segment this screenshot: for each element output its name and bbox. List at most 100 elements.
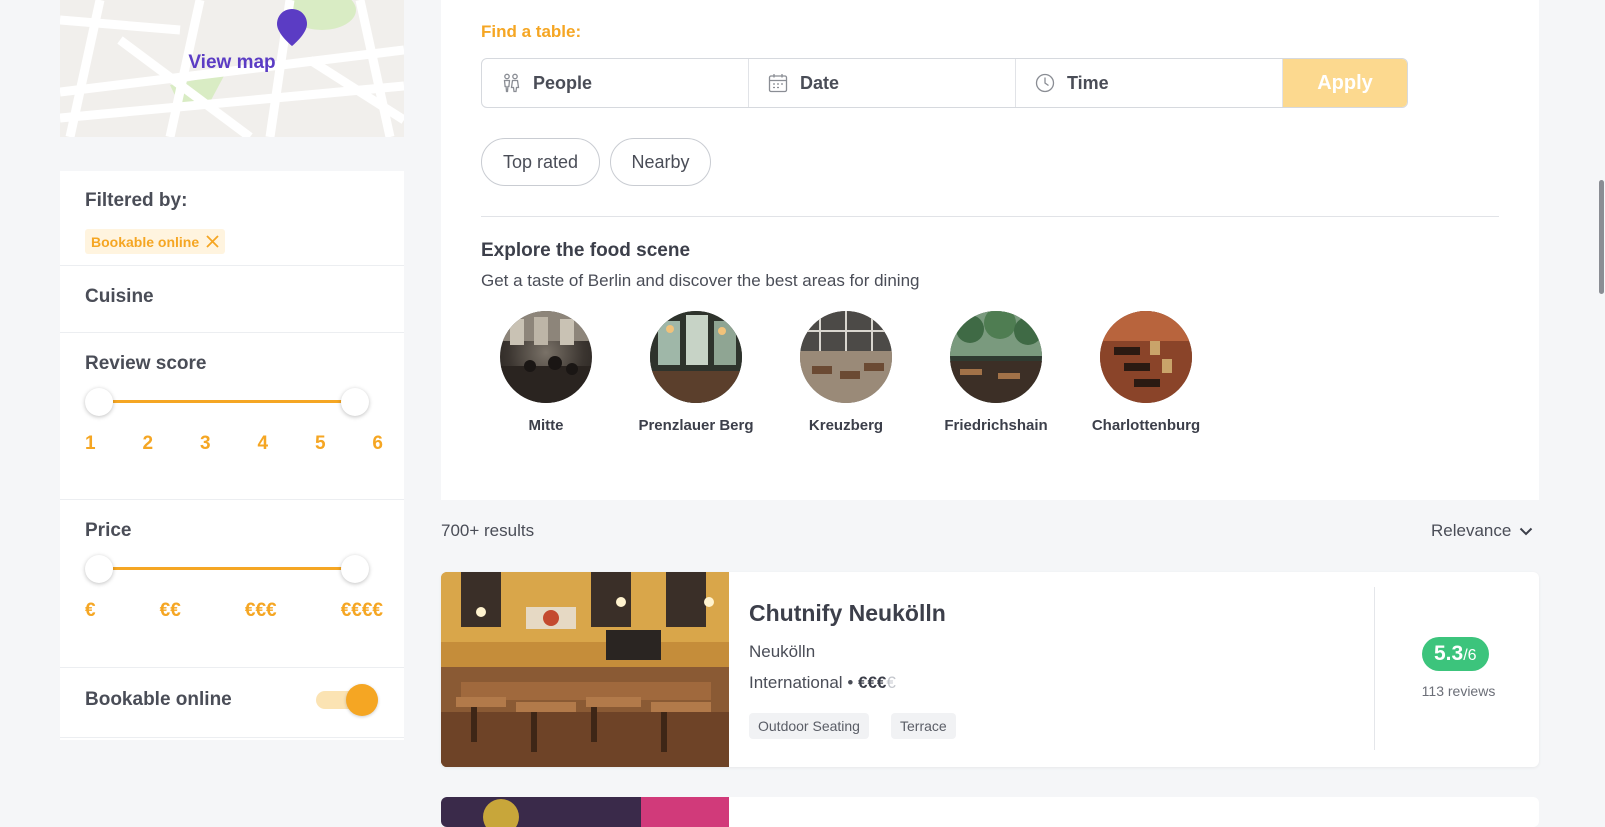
area-name: Mitte [528, 417, 564, 434]
area-photo-art [650, 311, 742, 403]
scrollbar-thumb[interactable] [1599, 180, 1604, 294]
nearby-filter-button[interactable]: Nearby [610, 138, 711, 186]
area-photo [500, 311, 592, 403]
review-score-tick: 5 [314, 433, 326, 454]
people-placeholder: People [533, 72, 593, 93]
calendar-icon [768, 74, 788, 93]
separator-dot: • [847, 673, 858, 692]
review-score-max-handle[interactable] [341, 388, 369, 416]
people-icon [503, 73, 520, 93]
restaurant-cuisine: International [749, 673, 843, 692]
top-rated-filter-button[interactable]: Top rated [481, 138, 600, 186]
area-name: Kreuzberg [808, 417, 884, 434]
restaurant-photo [441, 797, 729, 827]
review-score-tick: 4 [257, 433, 269, 454]
price-label: Price [85, 520, 132, 541]
explore-title: Explore the food scene [481, 240, 691, 261]
search-panel: Find a table: People Date Time Apply Top… [441, 0, 1539, 500]
area-card-prenzlauer-berg[interactable]: Prenzlauer Berg [616, 311, 776, 434]
active-filter-chip[interactable]: Bookable online [85, 229, 226, 254]
results-count: 700+ results [441, 521, 535, 540]
area-card-kreuzberg[interactable]: Kreuzberg [766, 311, 926, 434]
clock-icon [1035, 73, 1055, 93]
page-scrollbar[interactable] [1598, 0, 1605, 814]
time-field[interactable]: Time [1016, 59, 1283, 107]
filtered-by-section: Filtered by: Bookable online [60, 171, 404, 266]
review-score-tick: 6 [372, 433, 383, 454]
sort-label: Relevance [1431, 521, 1512, 540]
area-photo [800, 311, 892, 403]
cuisine-label: Cuisine [85, 286, 154, 307]
section-divider [481, 216, 1499, 217]
review-score-scale: 1 2 3 4 5 6 [85, 433, 383, 455]
search-bar: People Date Time Apply [481, 58, 1408, 108]
area-photo [650, 311, 742, 403]
card-divider [1374, 587, 1375, 750]
review-score-tick: 3 [199, 433, 211, 454]
time-placeholder: Time [1067, 72, 1109, 93]
map-preview[interactable]: View map [60, 0, 404, 137]
restaurant-price: €€€€ [858, 673, 896, 692]
people-field[interactable]: People [482, 59, 749, 107]
area-photo-art [500, 311, 592, 403]
active-filter-label: Bookable online [91, 233, 200, 250]
area-card-mitte[interactable]: Mitte [466, 311, 626, 434]
review-score-value: 5.3 [1434, 642, 1464, 665]
find-table-label: Find a table: [481, 22, 582, 41]
area-name: Charlottenburg [1091, 417, 1201, 434]
restaurant-name[interactable]: Chutnify Neukölln [749, 600, 946, 627]
area-card-friedrichshain[interactable]: Friedrichshain [916, 311, 1076, 434]
price-inactive: € [886, 673, 896, 692]
area-photo-art [800, 311, 892, 403]
price-tick: € [85, 600, 96, 621]
price-min-handle[interactable] [85, 555, 113, 583]
bookable-online-section: Bookable online [60, 667, 404, 738]
close-icon[interactable] [206, 235, 219, 248]
chevron-down-icon [1520, 527, 1533, 535]
review-count[interactable]: 113 reviews [1401, 683, 1516, 699]
review-score-slider-track[interactable] [113, 400, 349, 403]
area-photo-art [950, 311, 1042, 403]
price-max-handle[interactable] [341, 555, 369, 583]
filter-panel: Filtered by: Bookable online Cuisine Rev… [60, 171, 404, 740]
restaurant-card-next[interactable] [441, 797, 1539, 827]
view-map-link[interactable]: View map [60, 52, 404, 74]
explore-subtitle: Get a taste of Berlin and discover the b… [481, 271, 920, 290]
area-photo-art [1100, 311, 1192, 403]
price-tick: €€€€ [340, 600, 383, 621]
toggle-knob [346, 684, 378, 716]
date-placeholder: Date [800, 72, 840, 93]
area-card-charlottenburg[interactable]: Charlottenburg [1066, 311, 1226, 434]
area-name: Prenzlauer Berg [638, 417, 754, 434]
price-active: €€€ [858, 673, 887, 692]
review-score-tick: 1 [85, 433, 96, 454]
bookable-online-toggle[interactable] [316, 684, 378, 716]
price-tick: €€ [159, 600, 181, 621]
apply-button[interactable]: Apply [1283, 59, 1407, 107]
area-photo [950, 311, 1042, 403]
sort-dropdown[interactable]: Relevance [1431, 521, 1533, 541]
restaurant-cuisine-line: International • €€€€ [749, 673, 896, 693]
review-score-label: Review score [85, 353, 207, 374]
restaurant-tag: Outdoor Seating [749, 713, 869, 739]
restaurant-tag: Terrace [891, 713, 956, 739]
review-score-max: /6 [1463, 647, 1477, 664]
review-score-min-handle[interactable] [85, 388, 113, 416]
review-score-badge: 5.3 /6 [1422, 637, 1489, 671]
price-section: Price € €€ €€€ €€€€ [60, 499, 404, 668]
cuisine-section[interactable]: Cuisine [60, 265, 404, 333]
price-slider-track[interactable] [113, 567, 349, 570]
area-photo [1100, 311, 1192, 403]
review-score-tick: 2 [142, 433, 154, 454]
price-tick: €€€ [244, 600, 277, 621]
date-field[interactable]: Date [749, 59, 1016, 107]
restaurant-area: Neukölln [749, 642, 816, 661]
filtered-by-label: Filtered by: [85, 190, 188, 211]
area-name: Friedrichshain [944, 417, 1048, 434]
map-pin-icon [277, 9, 307, 46]
bookable-online-label: Bookable online [85, 689, 232, 710]
restaurant-photo [441, 572, 729, 767]
review-score-section: Review score 1 2 3 4 5 6 [60, 332, 404, 500]
price-scale: € €€ €€€ €€€€ [85, 600, 383, 622]
restaurant-card[interactable]: Chutnify Neukölln Neukölln International… [441, 572, 1539, 767]
